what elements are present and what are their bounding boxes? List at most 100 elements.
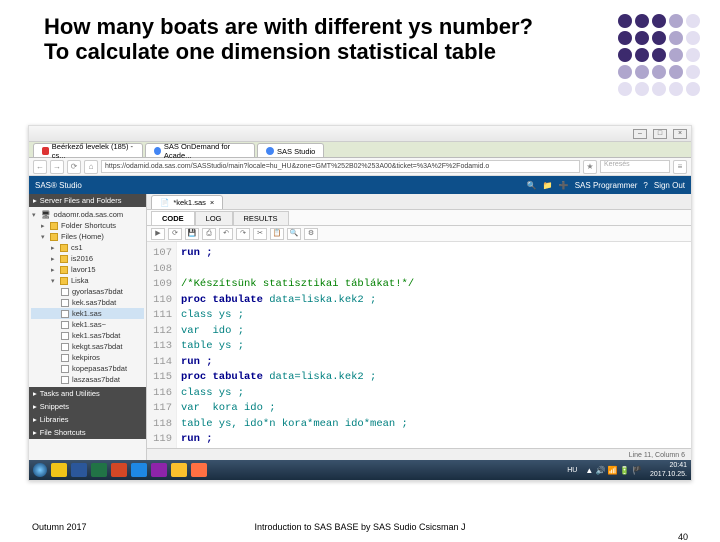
sas-ondemand-icon <box>154 147 161 155</box>
slide-footer: Outumn 2017 Introduction to SAS BASE by … <box>0 522 720 532</box>
explorer-icon[interactable] <box>51 463 67 477</box>
file-tab[interactable]: 📄 *kek1.sas × <box>151 195 223 209</box>
firefox-icon[interactable] <box>191 463 207 477</box>
forward-button[interactable]: → <box>50 160 64 174</box>
file-icon <box>61 332 69 340</box>
sidebar-section-shortcuts[interactable]: ▸ File Shortcuts <box>29 426 146 439</box>
inner-tabs: CODE LOG RESULTS <box>147 210 691 226</box>
excel-icon[interactable] <box>91 463 107 477</box>
sidebar-section-snippets[interactable]: ▸ Snippets <box>29 400 146 413</box>
settings-button[interactable]: ⚙ <box>304 228 318 240</box>
file-icon <box>61 365 69 373</box>
tab-results[interactable]: RESULTS <box>233 211 289 225</box>
sas-studio-icon <box>266 147 274 155</box>
folder-icon <box>60 255 68 263</box>
search-input[interactable]: Keresés <box>600 160 670 173</box>
footer-left: Outumn 2017 <box>32 522 87 532</box>
folder-icon[interactable]: 📁 <box>543 181 553 190</box>
signout-link[interactable]: Sign Out <box>654 181 685 190</box>
tree-item[interactable]: ▸cs1 <box>31 242 144 253</box>
slide-decor <box>618 14 700 96</box>
tree-item[interactable]: kekgt.sas7bdat <box>31 341 144 352</box>
tree-item[interactable]: ▸lavor15 <box>31 264 144 275</box>
run-button[interactable]: ▶ <box>151 228 165 240</box>
sidebar-section-files[interactable]: ▸ Server Files and Folders <box>29 194 146 207</box>
cut-button[interactable]: ✂ <box>253 228 267 240</box>
browser-tabstrip: Beérkező levelek (185) - cs... SAS OnDem… <box>29 142 691 158</box>
powerpoint-icon[interactable] <box>111 463 127 477</box>
start-button[interactable] <box>33 463 47 477</box>
editor-pane: 📄 *kek1.sas × CODE LOG RESULTS ▶ ⟳ 💾 ⎙ ↶… <box>147 194 691 462</box>
sas-header: SAS® Studio 🔍 📁 ➕ SAS Programmer ? Sign … <box>29 176 691 194</box>
search-icon[interactable]: 🔍 <box>527 181 537 190</box>
maximize-button[interactable]: □ <box>653 129 667 139</box>
browser-toolbar: ← → ⟳ ⌂ https://odamid.oda.sas.com/SASSt… <box>29 158 691 176</box>
tree-item[interactable]: kopepasas7bdat <box>31 363 144 374</box>
folder-icon <box>60 277 68 285</box>
new-icon[interactable]: ➕ <box>559 181 569 190</box>
word-icon[interactable] <box>71 463 87 477</box>
url-input[interactable]: https://odamid.oda.sas.com/SASStudio/mai… <box>101 160 580 173</box>
mail-icon <box>42 147 49 155</box>
sidebar: ▸ Server Files and Folders ▾🖥 odaomr.oda… <box>29 194 147 462</box>
menu-button[interactable]: ≡ <box>673 160 687 174</box>
close-tab-icon[interactable]: × <box>210 198 214 207</box>
tree-item[interactable]: ▾Liska <box>31 275 144 286</box>
file-icon <box>61 299 69 307</box>
tree-item[interactable]: kekpiros <box>31 352 144 363</box>
tab-label: SAS Studio <box>277 147 315 156</box>
browser-tab-3[interactable]: SAS Studio <box>257 143 324 157</box>
folder-tree: ▾🖥 odaomr.oda.sas.com ▸Folder Shortcuts … <box>29 207 146 387</box>
redo-button[interactable]: ↷ <box>236 228 250 240</box>
refresh-button[interactable]: ⟳ <box>168 228 182 240</box>
print-button[interactable]: ⎙ <box>202 228 216 240</box>
tree-item[interactable]: kek1.sas7bdat <box>31 330 144 341</box>
file-icon <box>61 321 69 329</box>
file-icon <box>61 343 69 351</box>
app-icon[interactable] <box>151 463 167 477</box>
paste-button[interactable]: 📋 <box>270 228 284 240</box>
tree-item-selected[interactable]: kek1.sas <box>31 308 144 319</box>
help-icon[interactable]: ? <box>643 181 647 190</box>
app-title: SAS® Studio <box>35 181 82 190</box>
tree-item[interactable]: ▾Files (Home) <box>31 231 144 242</box>
code-editor[interactable]: 1071081091101111121131141151161171181191… <box>147 242 691 448</box>
tree-item[interactable]: kek.sas7bdat <box>31 297 144 308</box>
bookmark-button[interactable]: ★ <box>583 160 597 174</box>
home-button[interactable]: ⌂ <box>84 160 98 174</box>
tree-item[interactable]: gyorlasas7bdat <box>31 286 144 297</box>
find-button[interactable]: 🔍 <box>287 228 301 240</box>
browser-tab-1[interactable]: Beérkező levelek (185) - cs... <box>33 143 143 157</box>
browser-tab-2[interactable]: SAS OnDemand for Acade... <box>145 143 255 157</box>
tab-code[interactable]: CODE <box>151 211 195 225</box>
tree-item[interactable]: ▸Folder Shortcuts <box>31 220 144 231</box>
tree-item[interactable]: laszasas7bdat <box>31 374 144 385</box>
sidebar-section-tasks[interactable]: ▸ Tasks and Utilities <box>29 387 146 400</box>
tree-item[interactable]: ▸is2016 <box>31 253 144 264</box>
tab-label: SAS OnDemand for Acade... <box>164 142 246 160</box>
save-button[interactable]: 💾 <box>185 228 199 240</box>
reload-button[interactable]: ⟳ <box>67 160 81 174</box>
undo-button[interactable]: ↶ <box>219 228 233 240</box>
tree-root[interactable]: ▾🖥 odaomr.oda.sas.com <box>31 209 144 220</box>
slide-title: How many boats are with different ys num… <box>0 0 720 73</box>
lang-indicator[interactable]: HU <box>567 467 577 474</box>
source-text[interactable]: run ; /*Készítsünk statisztikai táblákat… <box>177 242 414 448</box>
window-titlebar: – □ × <box>29 126 691 142</box>
folder-icon <box>50 222 58 230</box>
close-button[interactable]: × <box>673 129 687 139</box>
file-icon <box>61 288 69 296</box>
minimize-button[interactable]: – <box>633 129 647 139</box>
folder-icon <box>60 266 68 274</box>
chrome-icon[interactable] <box>171 463 187 477</box>
file-tabs: 📄 *kek1.sas × <box>147 194 691 210</box>
sidebar-section-libraries[interactable]: ▸ Libraries <box>29 413 146 426</box>
footer-center: Introduction to SAS BASE by SAS Sudio Cs… <box>0 522 720 532</box>
tree-item[interactable]: kek1.sas~ <box>31 319 144 330</box>
line-gutter: 1071081091101111121131141151161171181191… <box>147 242 177 448</box>
folder-icon <box>60 244 68 252</box>
system-clock[interactable]: 20:412017.10.25. <box>650 461 687 479</box>
back-button[interactable]: ← <box>33 160 47 174</box>
ie-icon[interactable] <box>131 463 147 477</box>
tab-log[interactable]: LOG <box>195 211 233 225</box>
